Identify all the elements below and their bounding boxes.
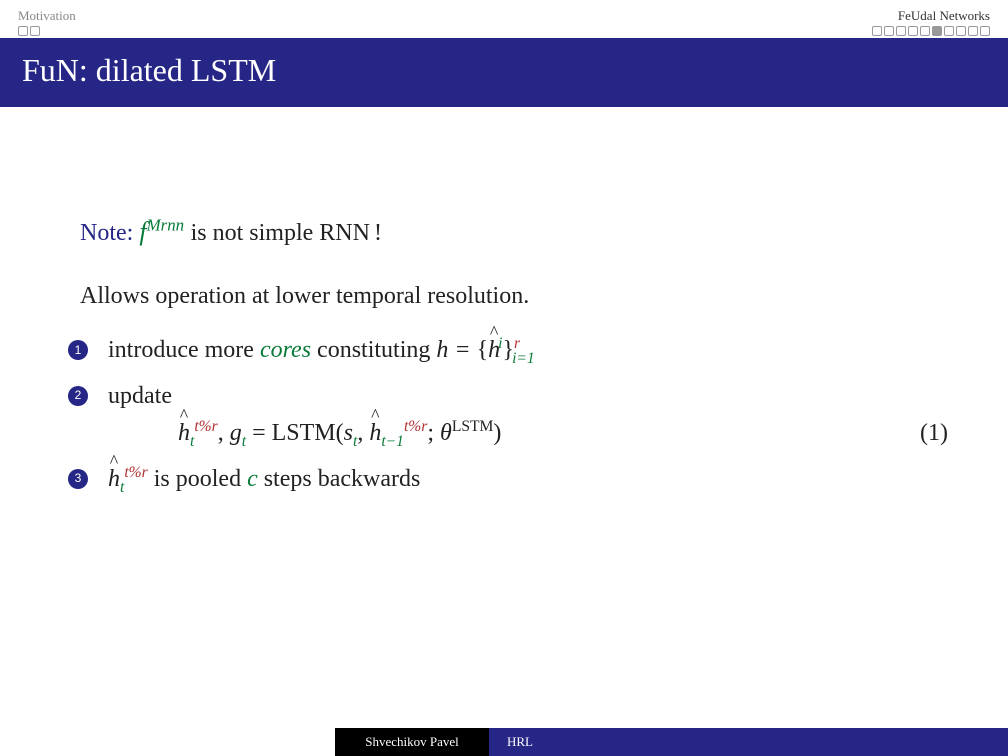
progress-dots-right <box>872 26 990 36</box>
nav-section-right[interactable]: FeUdal Networks <box>872 8 990 24</box>
allows-line: Allows operation at lower temporal resol… <box>80 283 948 310</box>
item3-c: c <box>247 466 258 492</box>
h-hat-i: h <box>488 334 500 368</box>
item3-d: steps backwards <box>258 466 421 492</box>
note-f-sup: Mrnn <box>147 215 185 234</box>
progress-dot[interactable] <box>920 26 930 36</box>
note-excl: ! <box>374 220 382 247</box>
slide-content: Note: fMrnn is not simple RNN! Allows op… <box>0 107 1008 756</box>
h-eq: h = <box>436 337 476 363</box>
equation-1: htt%r, gt = LSTM(st, ht−1t%r; θLSTM) (1) <box>108 417 948 451</box>
item-2: 2 update htt%r, gt = LSTM(st, ht−1t%r; θ… <box>108 380 948 451</box>
slide: Motivation FeUdal Networks FuN: dilated … <box>0 0 1008 756</box>
progress-dot[interactable] <box>18 26 28 36</box>
progress-dot[interactable] <box>980 26 990 36</box>
item1-b: constituting <box>311 337 436 363</box>
progress-dot[interactable] <box>968 26 978 36</box>
footer-author: Shvechikov Pavel <box>335 728 489 756</box>
bullet-2: 2 <box>68 386 88 406</box>
h-hat-pooled: h <box>108 463 120 497</box>
progress-dot[interactable] <box>896 26 906 36</box>
enum-list: 1 introduce more cores constituting h = … <box>108 334 948 508</box>
bullet-1: 1 <box>68 340 88 360</box>
slide-title-text: FuN: dilated LSTM <box>22 52 276 88</box>
item2-a: update <box>108 383 172 409</box>
item3-b: is pooled <box>154 466 247 492</box>
footer-spacer <box>0 728 335 756</box>
footer: Shvechikov Pavel HRL <box>0 728 1008 756</box>
item1-a: introduce more <box>108 337 260 363</box>
note-label: Note: <box>80 220 133 246</box>
note-line: Note: fMrnn is not simple RNN! <box>80 217 948 247</box>
note-f: f <box>139 217 146 246</box>
nav-section-left[interactable]: Motivation <box>18 8 76 24</box>
beamer-nav-bar: Motivation FeUdal Networks <box>0 0 1008 38</box>
slide-title: FuN: dilated LSTM <box>0 38 1008 107</box>
progress-dot[interactable] <box>908 26 918 36</box>
progress-dots-left <box>18 26 76 36</box>
footer-short-title: HRL <box>489 728 1008 756</box>
equation-number: (1) <box>920 417 948 451</box>
progress-dot[interactable] <box>944 26 954 36</box>
progress-dot[interactable] <box>932 26 942 36</box>
progress-dot[interactable] <box>30 26 40 36</box>
equation-body: htt%r, gt = LSTM(st, ht−1t%r; θLSTM) <box>178 417 501 451</box>
item1-cores: cores <box>260 337 311 363</box>
nav-left: Motivation <box>18 8 76 36</box>
note-rest: is not simple RNN <box>191 220 370 246</box>
bullet-3: 3 <box>68 469 88 489</box>
progress-dot[interactable] <box>872 26 882 36</box>
progress-dot[interactable] <box>884 26 894 36</box>
item-1: 1 introduce more cores constituting h = … <box>108 334 948 368</box>
item-3: 3 htt%r is pooled c steps backwards <box>108 463 948 497</box>
progress-dot[interactable] <box>956 26 966 36</box>
nav-right: FeUdal Networks <box>872 8 990 36</box>
brace-sub: i=1 <box>512 350 535 367</box>
